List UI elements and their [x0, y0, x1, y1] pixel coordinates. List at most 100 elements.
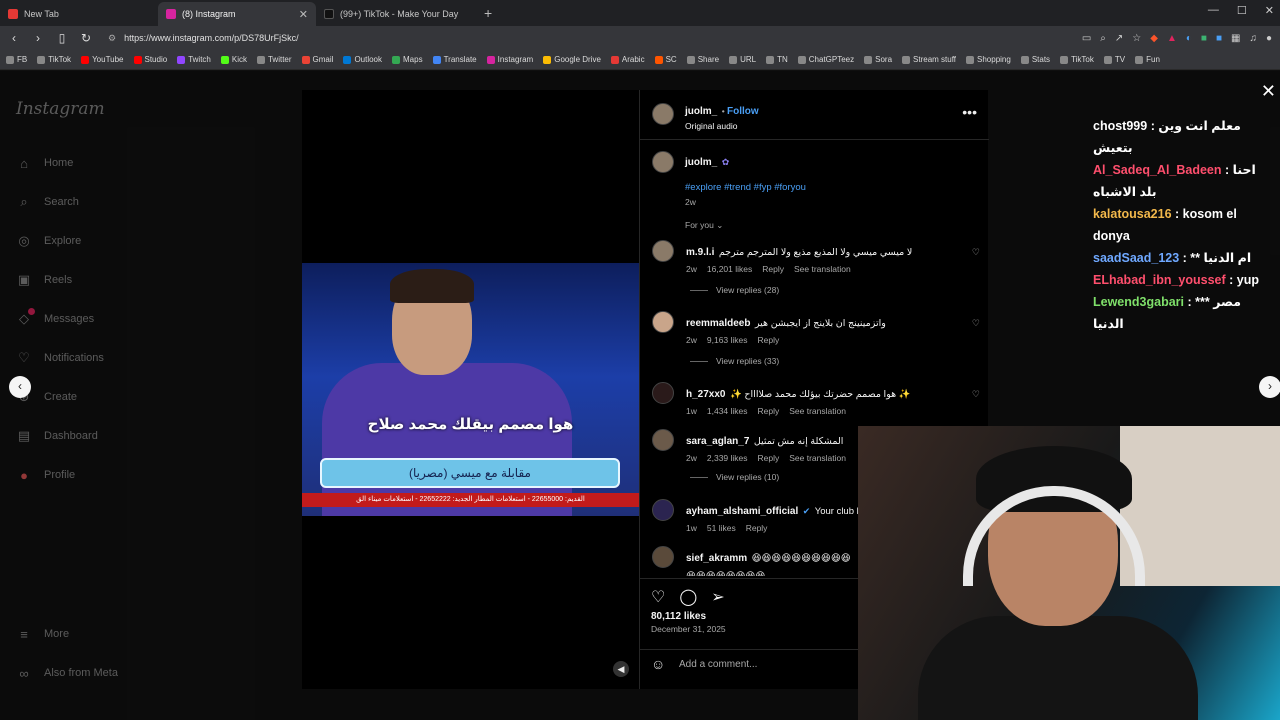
comment-avatar[interactable]	[652, 499, 674, 521]
bookmark-item[interactable]: Stats	[1020, 55, 1050, 64]
bookmark-item[interactable]: Fun	[1135, 55, 1160, 64]
close-modal-icon[interactable]: ✕	[1261, 81, 1276, 102]
author-username[interactable]: juolm_	[685, 106, 717, 117]
bookmark-item[interactable]: Arabic	[610, 55, 645, 64]
previous-post-button[interactable]: ‹	[9, 376, 31, 398]
like-comment-icon[interactable]: ♡	[972, 389, 980, 400]
extension-icon[interactable]: ■	[1216, 33, 1222, 44]
audio-label[interactable]: Original audio	[685, 121, 759, 131]
next-post-button[interactable]: ›	[1259, 376, 1280, 398]
comment-likes[interactable]: 16,201 likes	[707, 264, 752, 274]
extension-icon[interactable]: ◐	[1186, 33, 1192, 44]
chat-username[interactable]: Lewend3gabari	[1093, 295, 1184, 309]
share-icon[interactable]: ➢	[711, 587, 724, 607]
new-tab-button[interactable]: +	[474, 2, 502, 26]
reply-button[interactable]: Reply	[746, 523, 768, 533]
comment-likes[interactable]: 2,339 likes	[707, 453, 748, 463]
chat-username[interactable]: ELhabad_ibn_youssef	[1093, 273, 1226, 287]
reply-button[interactable]: Reply	[758, 453, 780, 463]
view-replies-button[interactable]: View replies (33)	[690, 356, 779, 366]
see-translation-button[interactable]: See translation	[789, 453, 846, 463]
comment-icon[interactable]: ◯	[679, 587, 697, 607]
bookmark-item[interactable]: SC	[654, 55, 677, 64]
comment-username[interactable]: sief_akramm	[686, 553, 747, 564]
bookmark-item[interactable]: TN	[766, 55, 788, 64]
reply-button[interactable]: Reply	[762, 264, 784, 274]
bookmark-item[interactable]: TikTok	[37, 55, 71, 64]
see-translation-button[interactable]: See translation	[789, 406, 846, 416]
sidebar-item-also-from-meta[interactable]: ∞ Also from Meta	[16, 665, 118, 681]
cast-icon[interactable]: ▭	[1082, 33, 1091, 44]
view-replies-button[interactable]: View replies (10)	[690, 472, 779, 482]
comment-likes[interactable]: 1,434 likes	[707, 406, 748, 416]
chat-username[interactable]: Al_Sadeq_Al_Badeen	[1093, 163, 1222, 177]
extension-icon[interactable]: ■	[1201, 33, 1207, 44]
media-icon[interactable]: ♫	[1249, 33, 1257, 44]
reload-icon[interactable]: ↻	[80, 31, 92, 45]
bookmark-item[interactable]: Outlook	[343, 55, 382, 64]
reply-button[interactable]: Reply	[758, 335, 780, 345]
bookmark-item[interactable]: Kick	[220, 55, 247, 64]
bookmark-item[interactable]: ChatGPTeez	[797, 55, 854, 64]
sidebar-item-reels[interactable]: ▣ Reels	[16, 272, 72, 288]
like-comment-icon[interactable]: ♡	[972, 318, 980, 329]
share-icon[interactable]: ↗	[1115, 33, 1123, 44]
comment-avatar[interactable]	[652, 240, 674, 262]
reel-video[interactable]: هوا مصمم بيقلك محمد صلاح مقابلة مع ميسي …	[302, 90, 639, 689]
bookmark-item[interactable]: Share	[686, 55, 719, 64]
bookmark-item[interactable]: Twitch	[177, 55, 211, 64]
chat-username[interactable]: kalatousa216	[1093, 207, 1172, 221]
brave-shield-icon[interactable]: ◆	[1150, 33, 1158, 44]
bookmark-item[interactable]: Sora	[864, 55, 892, 64]
bookmark-item[interactable]: Shopping	[966, 55, 1011, 64]
comment-likes[interactable]: 9,163 likes	[707, 335, 748, 345]
emoji-icon[interactable]: ☺	[651, 656, 665, 672]
reply-button[interactable]: Reply	[758, 406, 780, 416]
instagram-logo[interactable]: Instagram	[16, 99, 105, 119]
see-translation-button[interactable]: See translation	[794, 264, 851, 274]
more-options-icon[interactable]: •••	[962, 104, 977, 120]
comment-username[interactable]: ayham_alshami_official	[686, 506, 798, 517]
like-icon[interactable]: ♡	[651, 587, 665, 607]
bookmark-icon[interactable]: ▯	[56, 31, 68, 45]
caption-avatar[interactable]	[652, 151, 674, 173]
maximize-icon[interactable]: ☐	[1237, 4, 1247, 17]
volume-icon[interactable]: ◀	[613, 661, 629, 677]
bookmark-item[interactable]: Stream stuff	[902, 55, 956, 64]
bookmark-item[interactable]: TikTok	[1060, 55, 1094, 64]
bookmark-item[interactable]: FB	[6, 55, 27, 64]
chat-username[interactable]: chost999	[1093, 119, 1147, 133]
comment-avatar[interactable]	[652, 382, 674, 404]
comment-avatar[interactable]	[652, 429, 674, 451]
comment-avatar[interactable]	[652, 546, 674, 568]
bookmark-item[interactable]: TV	[1103, 55, 1125, 64]
sidebar-item-home[interactable]: ⌂ Home	[16, 155, 73, 171]
view-replies-button[interactable]: View replies (28)	[690, 285, 779, 295]
bookmark-item[interactable]: YouTube	[81, 55, 124, 64]
comment-username[interactable]: h_27xx0	[686, 389, 725, 400]
comment-username[interactable]: m.9.l.i	[686, 247, 714, 258]
tab-tiktok[interactable]: (99+) TikTok - Make Your Day	[316, 2, 474, 26]
bookmark-item[interactable]: URL	[729, 55, 756, 64]
bookmark-item[interactable]: Translate	[432, 55, 477, 64]
forward-icon[interactable]: ›	[32, 31, 44, 45]
profile-avatar-icon[interactable]: ●	[1266, 33, 1272, 44]
tab-instagram[interactable]: (8) Instagram ✕	[158, 2, 316, 26]
back-icon[interactable]: ‹	[8, 31, 20, 45]
bookmark-item[interactable]: Gmail	[301, 55, 333, 64]
likes-count[interactable]: 80,112 likes	[651, 611, 706, 622]
comment-avatar[interactable]	[652, 311, 674, 333]
sidebar-item-explore[interactable]: ◎ Explore	[16, 233, 81, 249]
sidebar-item-notifications[interactable]: ♡ Notifications	[16, 350, 104, 366]
site-info-icon[interactable]: ⚙	[108, 33, 116, 44]
star-icon[interactable]: ☆	[1132, 33, 1141, 44]
comment-sort-dropdown[interactable]: For you ⌄	[685, 220, 723, 231]
bookmark-item[interactable]: Twitter	[256, 55, 292, 64]
bookmark-item[interactable]: Studio	[133, 55, 167, 64]
close-window-icon[interactable]: ✕	[1265, 4, 1274, 17]
follow-button[interactable]: Follow	[727, 106, 759, 117]
author-avatar[interactable]	[652, 103, 674, 125]
bookmark-item[interactable]: Google Drive	[543, 55, 601, 64]
comment-username[interactable]: reemmaldeeb	[686, 318, 750, 329]
sidebar-item-profile[interactable]: ● Profile	[16, 467, 75, 483]
